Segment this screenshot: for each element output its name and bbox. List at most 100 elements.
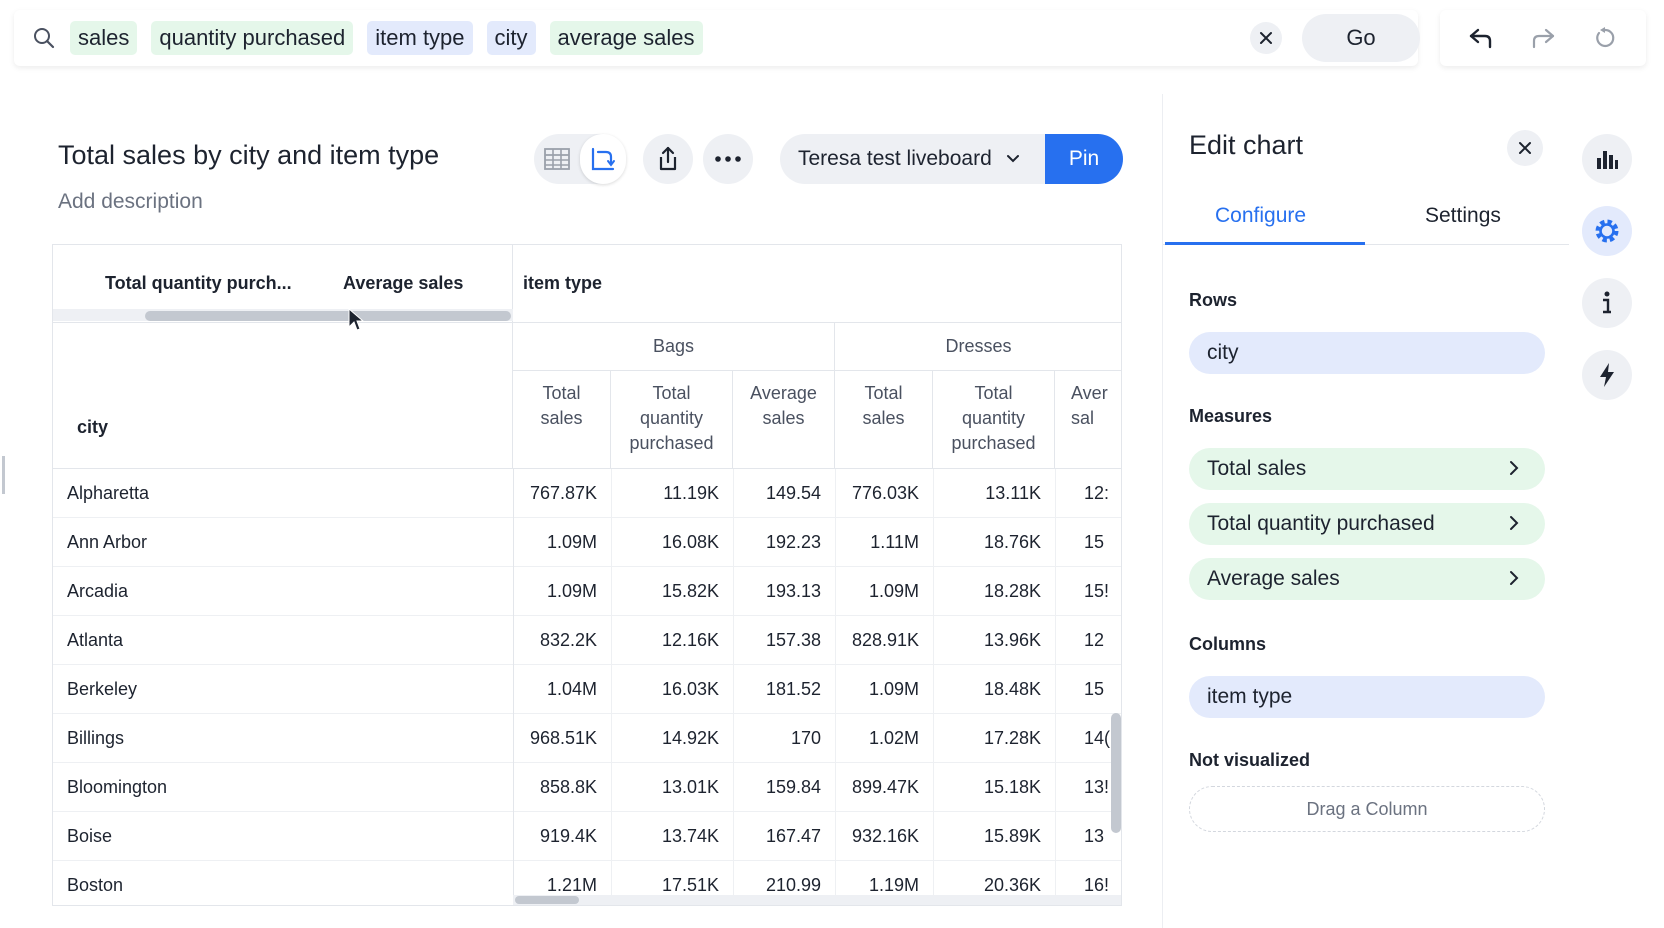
measure-chip-average-sales[interactable]: Average sales	[1189, 558, 1545, 600]
row-header-city[interactable]: city	[53, 323, 513, 469]
pin-button[interactable]: Pin	[1045, 134, 1123, 184]
history-controls	[1440, 10, 1646, 66]
value-cell: 15.82K	[611, 567, 733, 616]
redo-icon[interactable]	[1527, 22, 1559, 54]
value-cell: 15.89K	[933, 812, 1055, 861]
group-header-dresses[interactable]: Dresses	[835, 323, 1121, 371]
header-scrollbar[interactable]	[145, 311, 511, 321]
value-cell: 192.23	[733, 518, 835, 567]
value-cell: 932.16K	[835, 812, 933, 861]
value-cell: 15!	[1055, 567, 1121, 616]
group-header-bags[interactable]: Bags	[513, 323, 835, 371]
page: sales quantity purchased item type city …	[0, 0, 1664, 928]
resize-handle[interactable]	[2, 456, 5, 494]
measure-chip-total-sales[interactable]: Total sales	[1189, 448, 1545, 490]
search-token-quantity-purchased[interactable]: quantity purchased	[151, 21, 354, 55]
answer-title[interactable]: Total sales by city and item type	[58, 140, 439, 171]
table-row[interactable]: Ann Arbor 1.09M 16.08K 192.23 1.11M 18.76K 15	[53, 518, 1121, 567]
subheader-dresses-total-quantity[interactable]: Total quantity purchased	[933, 371, 1055, 469]
header-average-sales[interactable]: Average sales	[343, 273, 463, 294]
measures-section-label: Measures	[1189, 406, 1273, 426]
table-row[interactable]: Arcadia 1.09M 15.82K 193.13 1.09M 18.28K 15!	[53, 567, 1121, 616]
table-row[interactable]: Alpharetta 767.87K 11.19K 149.54 776.03K 13.1…	[53, 469, 1121, 518]
value-cell: 13.11K	[933, 469, 1055, 518]
value-cell: 14.92K	[611, 714, 733, 763]
search-bar[interactable]: sales quantity purchased item type city …	[14, 10, 1420, 66]
value-cell: 13.01K	[611, 763, 733, 812]
panel-title: Edit chart	[1189, 130, 1304, 160]
table-row[interactable]: Billings 968.51K 14.92K 170 1.02M 17.28K 14(	[53, 714, 1121, 763]
chart-view-icon[interactable]	[580, 134, 626, 184]
bar-chart-icon	[1597, 151, 1618, 169]
description-field[interactable]: Add description	[58, 190, 203, 214]
value-cell: 181.52	[733, 665, 835, 714]
subheader-dresses-average-sales[interactable]: Aver sal	[1055, 371, 1121, 469]
chevron-right-icon	[1510, 571, 1519, 585]
horizontal-scrollbar[interactable]	[515, 896, 579, 904]
value-cell: 15	[1055, 665, 1121, 714]
value-cell: 828.91K	[835, 616, 933, 665]
value-cell: 12	[1055, 616, 1121, 665]
liveboard-selector[interactable]: Teresa test liveboard	[780, 134, 1045, 184]
value-cell: 776.03K	[835, 469, 933, 518]
share-button[interactable]	[643, 134, 693, 184]
rows-chip-city[interactable]: city	[1189, 332, 1545, 374]
table-row[interactable]: Boise 919.4K 13.74K 167.47 932.16K 15.89K 13	[53, 812, 1121, 861]
undo-icon[interactable]	[1465, 22, 1497, 54]
info-button[interactable]	[1582, 278, 1632, 328]
lightning-icon	[1600, 363, 1614, 387]
subheader-bags-average-sales[interactable]: Average sales	[733, 371, 835, 469]
value-cell: 15	[1055, 518, 1121, 567]
vertical-scrollbar[interactable]	[1111, 713, 1121, 833]
city-cell: Billings	[67, 728, 125, 748]
value-cell: 193.13	[733, 567, 835, 616]
tab-settings[interactable]: Settings	[1425, 204, 1501, 228]
subheader-bags-total-sales[interactable]: Total sales	[513, 371, 611, 469]
close-panel-button[interactable]	[1507, 130, 1543, 166]
value-cell: 919.4K	[513, 812, 611, 861]
liveboard-name: Teresa test liveboard	[798, 147, 992, 170]
drag-column-dropzone[interactable]: Drag a Column	[1189, 786, 1545, 832]
value-cell: 832.2K	[513, 616, 611, 665]
value-cell: 18.48K	[933, 665, 1055, 714]
more-options-button[interactable]	[703, 134, 753, 184]
measure-chip-total-quantity[interactable]: Total quantity purchased	[1189, 503, 1545, 545]
search-token-sales[interactable]: sales	[70, 21, 138, 55]
value-cell: 13.74K	[611, 812, 733, 861]
subheader-bags-total-quantity[interactable]: Total quantity purchased	[611, 371, 733, 469]
row-header-label: city	[77, 417, 109, 437]
tab-configure[interactable]: Configure	[1215, 204, 1306, 228]
go-button[interactable]: Go	[1302, 14, 1420, 62]
value-cell: 1.09M	[513, 567, 611, 616]
city-cell: Alpharetta	[67, 483, 150, 503]
value-cell: 1.04M	[513, 665, 611, 714]
table-row[interactable]: Atlanta 832.2K 12.16K 157.38 828.91K 13.96K 12	[53, 616, 1121, 665]
value-cell: 17.28K	[933, 714, 1055, 763]
header-total-quantity[interactable]: Total quantity purch...	[105, 273, 292, 294]
gear-icon	[1595, 219, 1619, 243]
rows-section-label: Rows	[1189, 290, 1238, 310]
insights-button[interactable]	[1582, 350, 1632, 400]
pivot-table: Total quantity purch... Average sales it…	[52, 244, 1122, 906]
search-token-average-sales[interactable]: average sales	[549, 21, 703, 55]
columns-chip-item-type[interactable]: item type	[1189, 676, 1545, 718]
edit-chart-panel: Edit chart Configure Settings Rows city …	[1162, 94, 1569, 928]
active-tab-indicator	[1165, 242, 1365, 245]
viz-toggle	[534, 134, 626, 184]
table-row[interactable]: Bloomington 858.8K 13.01K 159.84 899.47K 15.1…	[53, 763, 1121, 812]
measure-headers: Total quantity purch... Average sales	[53, 245, 513, 331]
city-cell: Bloomington	[67, 777, 168, 797]
header-item-type[interactable]: item type	[523, 273, 602, 294]
close-icon	[1519, 142, 1531, 154]
search-token-item-type[interactable]: item type	[367, 21, 473, 55]
table-row[interactable]: Berkeley 1.04M 16.03K 181.52 1.09M 18.48K 15	[53, 665, 1121, 714]
columns-section-label: Columns	[1189, 634, 1267, 654]
table-view-icon[interactable]	[534, 134, 580, 184]
search-token-city[interactable]: city	[486, 21, 536, 55]
reset-icon[interactable]	[1589, 22, 1621, 54]
configure-button[interactable]	[1582, 206, 1632, 256]
chart-type-button[interactable]	[1582, 134, 1632, 184]
value-cell: 968.51K	[513, 714, 611, 763]
clear-search-button[interactable]	[1250, 22, 1282, 54]
subheader-dresses-total-sales[interactable]: Total sales	[835, 371, 933, 469]
